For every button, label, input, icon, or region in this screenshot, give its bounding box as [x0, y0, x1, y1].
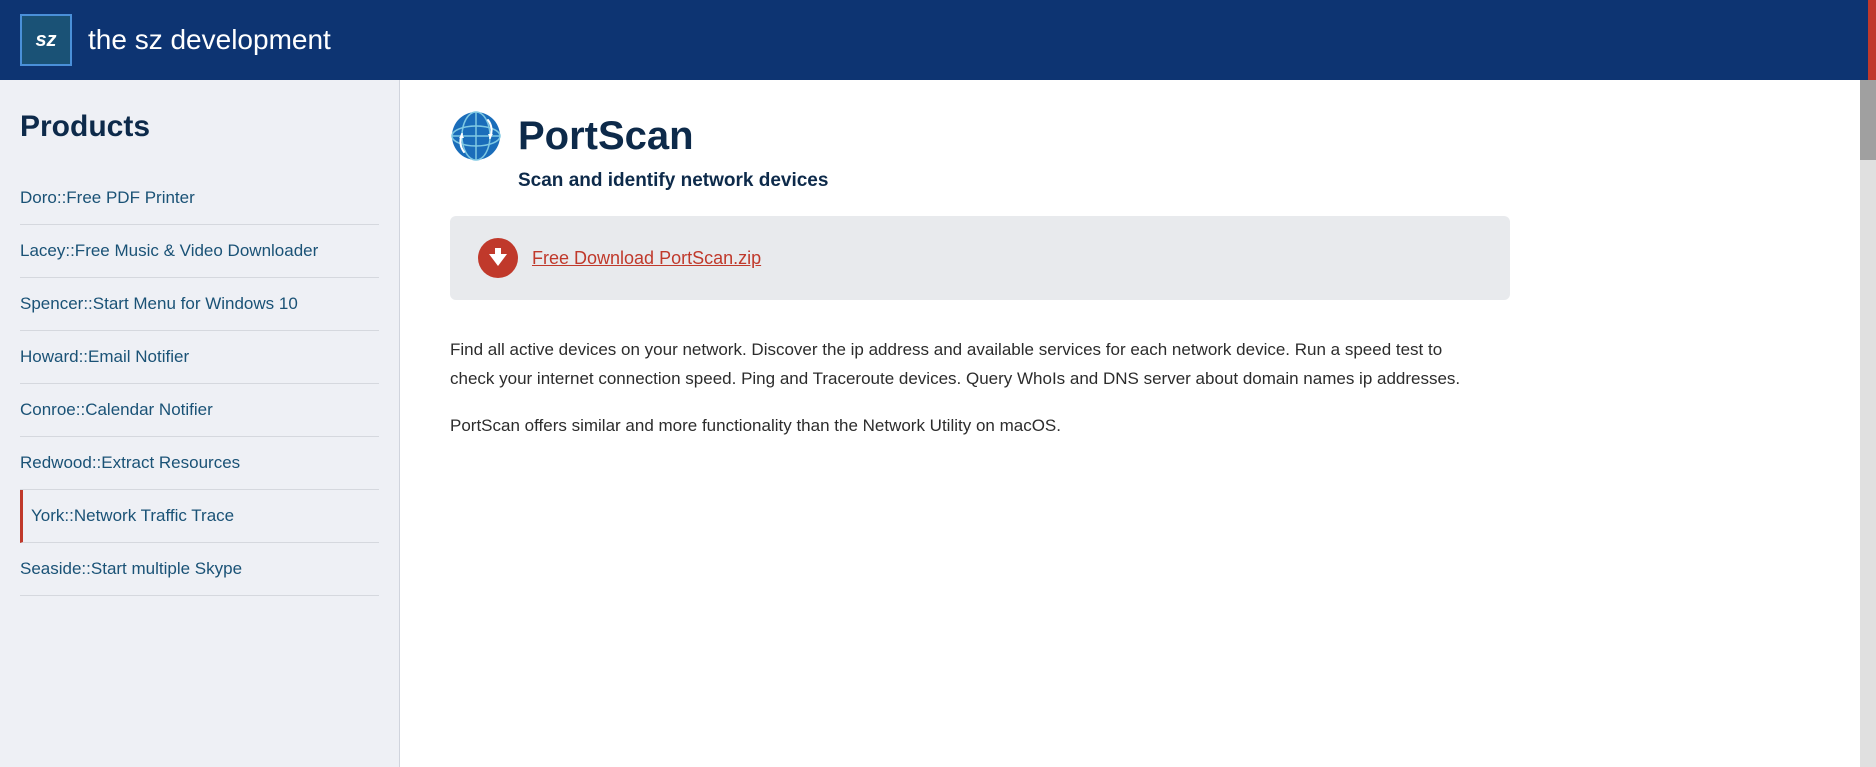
description-para-2: PortScan offers similar and more functio…: [450, 412, 1470, 441]
download-link[interactable]: Free Download PortScan.zip: [532, 248, 761, 269]
sidebar-heading: Products: [20, 110, 379, 144]
sidebar-item-spencer[interactable]: Spencer::Start Menu for Windows 10: [20, 278, 379, 331]
product-header: PortScan: [450, 110, 1826, 162]
scrollbar-thumb[interactable]: [1860, 80, 1876, 160]
product-subtitle: Scan and identify network devices: [518, 170, 1826, 192]
sidebar-item-york[interactable]: York::Network Traffic Trace: [20, 490, 379, 543]
sidebar-item-howard[interactable]: Howard::Email Notifier: [20, 331, 379, 384]
sidebar-item-lacey[interactable]: Lacey::Free Music & Video Downloader: [20, 225, 379, 278]
main-layout: Products Doro::Free PDF Printer Lacey::F…: [0, 80, 1876, 767]
download-section: Free Download PortScan.zip: [450, 216, 1510, 300]
product-title: PortScan: [518, 114, 694, 159]
sidebar-item-redwood[interactable]: Redwood::Extract Resources: [20, 437, 379, 490]
product-icon: [450, 110, 502, 162]
sidebar-item-conroe[interactable]: Conroe::Calendar Notifier: [20, 384, 379, 437]
site-header: sz the sz development: [0, 0, 1876, 80]
sidebar-item-seaside[interactable]: Seaside::Start multiple Skype: [20, 543, 379, 596]
scrollbar-track[interactable]: [1860, 80, 1876, 767]
description-para-1: Find all active devices on your network.…: [450, 336, 1470, 394]
main-content: PortScan Scan and identify network devic…: [400, 80, 1876, 767]
logo: sz: [20, 14, 72, 66]
sidebar-item-doro[interactable]: Doro::Free PDF Printer: [20, 172, 379, 225]
sidebar: Products Doro::Free PDF Printer Lacey::F…: [0, 80, 400, 767]
product-description: Find all active devices on your network.…: [450, 336, 1470, 441]
download-icon: [478, 238, 518, 278]
scrollbar-accent: [1868, 0, 1876, 80]
header-title: the sz development: [88, 24, 331, 56]
